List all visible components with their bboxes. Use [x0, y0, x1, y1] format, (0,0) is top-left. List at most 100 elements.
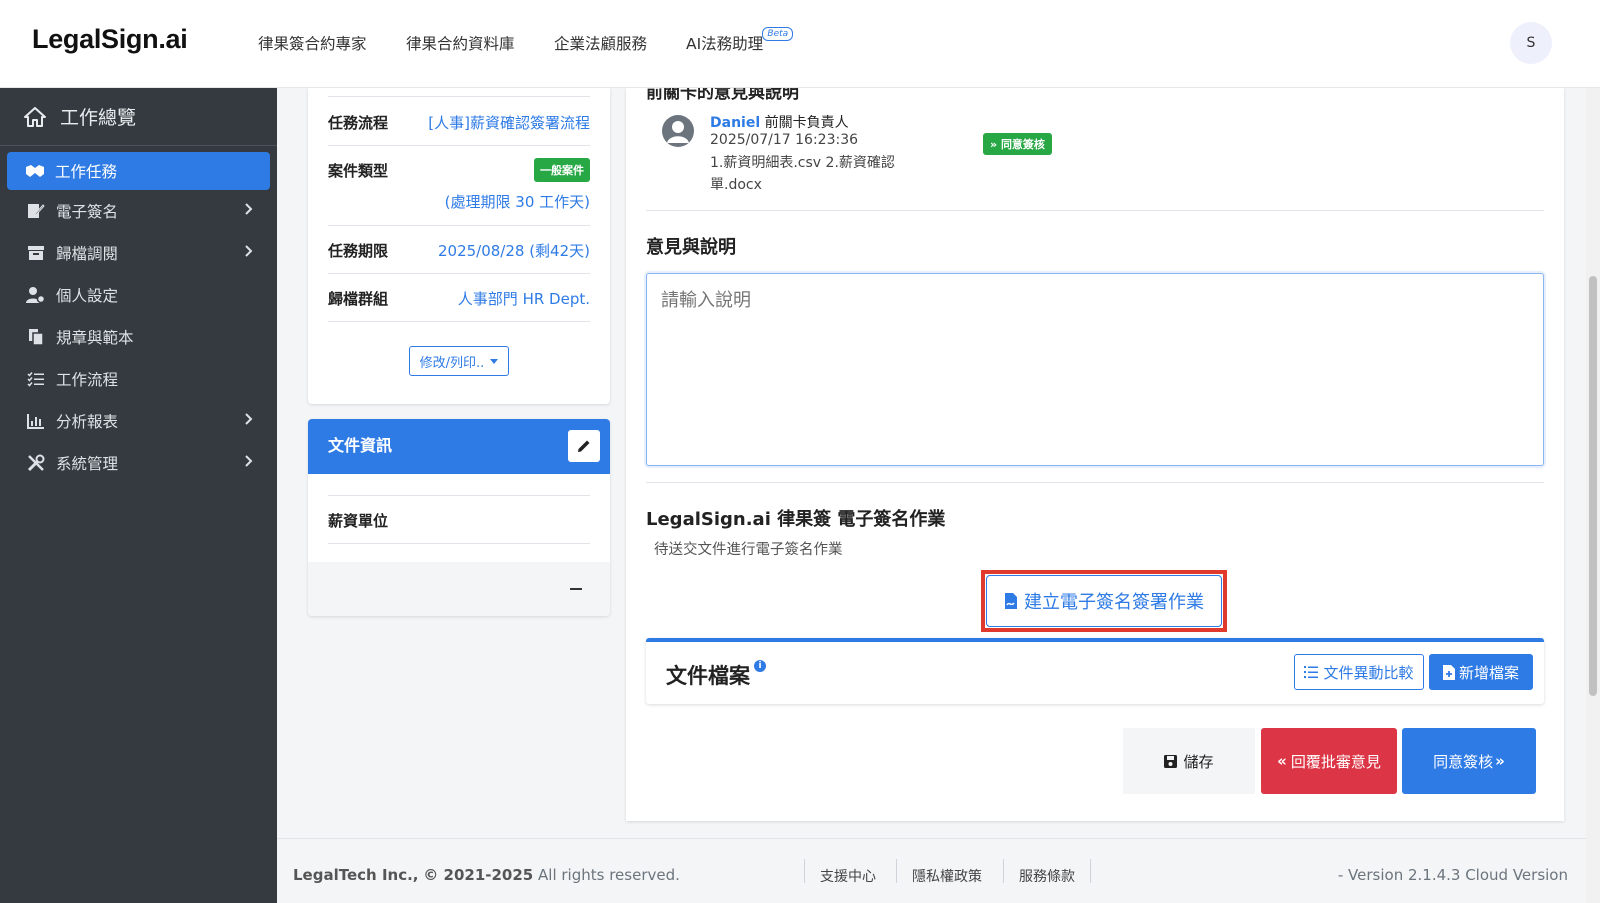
add-file-button[interactable]: 新增檔案	[1429, 654, 1533, 690]
compare-label: 文件異動比較	[1323, 663, 1414, 682]
chevron-right-icon	[245, 245, 253, 257]
user-circle-icon	[662, 115, 694, 147]
sidebar-item-personal-settings[interactable]: 個人設定	[0, 274, 277, 316]
signature-icon	[26, 201, 46, 221]
opinion-textarea[interactable]	[646, 273, 1544, 466]
task-info-card: 任務流程 [人事]薪資確認簽署流程 案件類型 一般案件 (處理期限 30 工作天…	[308, 88, 610, 404]
sidebar-item-workflow[interactable]: 工作流程	[0, 358, 277, 400]
sidebar-item-label: 個人設定	[56, 287, 119, 305]
sidebar-item-label: 分析報表	[56, 413, 119, 431]
caret-down-icon	[490, 358, 499, 364]
sidebar-item-label: 規章與範本	[56, 329, 134, 347]
salary-unit-label: 薪資單位	[328, 512, 389, 530]
company-name: LegalTech Inc.,	[293, 866, 419, 884]
chevron-right-icon	[245, 455, 253, 467]
divider	[646, 210, 1544, 211]
opinion-title: 意見與說明	[646, 237, 736, 258]
sidebar-item-label: 歸檔調閱	[56, 245, 119, 263]
archive-icon	[26, 243, 46, 263]
save-icon	[1164, 754, 1178, 768]
user-gear-icon	[26, 285, 46, 305]
approve-button[interactable]: 同意簽核 »	[1402, 728, 1536, 794]
case-type-badge: 一般案件	[534, 158, 590, 182]
doc-info-footer	[308, 562, 610, 616]
chevron-right-icon	[245, 203, 253, 215]
sidebar-item-tasks[interactable]: 工作任務	[7, 152, 270, 190]
main-card: 前關卡的意見與說明 Daniel 前關卡負責人 2025/07/17 16:23…	[626, 88, 1564, 821]
version-text: - Version 2.1.4.3 Cloud Version	[1337, 866, 1568, 884]
files-card: 文件檔案 i 文件異動比較 新增檔案	[646, 638, 1544, 704]
sidebar: 工作總覽 工作任務 電子簽名 歸檔調閱 個人設定 規章與範本 工作流程 分析報表…	[0, 88, 277, 903]
sidebar-home[interactable]: 工作總覽	[0, 88, 277, 146]
files-title-label: 文件檔案	[666, 664, 750, 688]
archive-group-value: 人事部門 HR Dept.	[457, 290, 590, 308]
create-esign-label: 建立電子簽名簽署作業	[1024, 592, 1204, 613]
top-navbar: LegalSign.ai 律果簽合約專家 律果合約資料庫 企業法顧服務 AI法務…	[0, 0, 1600, 88]
esign-title: LegalSign.ai 律果簽 電子簽名作業	[646, 509, 946, 530]
collapse-icon[interactable]	[570, 588, 582, 590]
prev-section-title: 前關卡的意見與說明	[646, 88, 799, 102]
archive-group-row: 歸檔群組 人事部門 HR Dept.	[328, 274, 590, 322]
divider	[646, 482, 1544, 483]
reply-review-button[interactable]: « 回覆批審意見	[1261, 728, 1397, 794]
sidebar-item-archive[interactable]: 歸檔調閱	[0, 232, 277, 274]
footer-link-privacy[interactable]: 隱私權政策	[912, 866, 982, 886]
nav-contract-expert[interactable]: 律果簽合約專家	[258, 32, 367, 54]
chart-icon	[26, 411, 46, 431]
add-file-label: 新增檔案	[1458, 663, 1519, 682]
app-logo[interactable]: LegalSign.ai	[32, 24, 188, 55]
case-type-label: 案件類型	[328, 162, 389, 180]
copy-icon	[26, 327, 46, 347]
save-label: 儲存	[1183, 752, 1214, 771]
row-divider	[328, 96, 590, 97]
prev-files: 1.薪資明細表.csv 2.薪資確認單.docx	[710, 155, 895, 193]
copyright-years: © 2021-2025	[423, 866, 534, 884]
edit-button[interactable]	[568, 430, 600, 462]
compare-button[interactable]: 文件異動比較	[1294, 654, 1424, 690]
user-avatar[interactable]: S	[1510, 22, 1552, 64]
case-type-row: 案件類型 一般案件 (處理期限 30 工作天)	[328, 146, 590, 226]
task-due-value: 2025/08/28 (剩42天)	[437, 242, 590, 260]
files-title: 文件檔案 i	[666, 660, 766, 690]
info-icon[interactable]: i	[754, 660, 766, 672]
nav-ai-assistant[interactable]: AI法務助理 Beta	[686, 27, 794, 54]
sidebar-item-templates[interactable]: 規章與範本	[0, 316, 277, 358]
footer-separator	[804, 859, 805, 883]
footer-link-support[interactable]: 支援中心	[820, 866, 876, 886]
task-due-row: 任務期限 2025/08/28 (剩42天)	[328, 226, 590, 274]
prev-approver-name: Daniel	[710, 115, 761, 131]
footer-separator	[1003, 859, 1004, 883]
sidebar-item-label: 工作流程	[56, 371, 119, 389]
nav-legal-service[interactable]: 企業法顧服務	[554, 32, 647, 54]
prev-section-title-clip: 前關卡的意見與說明	[626, 88, 1564, 102]
task-flow-link[interactable]: [人事]薪資確認簽署流程	[428, 112, 590, 133]
list-check-icon	[26, 369, 46, 389]
prev-time: 2025/07/17 16:23:36	[710, 132, 859, 148]
approve-label: 同意簽核	[1433, 752, 1494, 771]
sidebar-item-esign[interactable]: 電子簽名	[0, 190, 277, 232]
angles-right-icon: »	[1495, 752, 1505, 770]
handshake-icon	[25, 161, 45, 181]
sidebar-item-system[interactable]: 系統管理	[0, 442, 277, 484]
sidebar-item-label: 工作任務	[55, 163, 118, 181]
copyright: LegalTech Inc., © 2021-2025 All rights r…	[293, 866, 680, 884]
modify-print-dropdown[interactable]: 修改/列印..	[409, 346, 509, 376]
footer-link-terms[interactable]: 服務條款	[1019, 866, 1075, 886]
agree-status-badge-label: 同意簽核	[1000, 138, 1045, 151]
case-deadline: (處理期限 30 工作天)	[444, 193, 590, 211]
list-ol-icon	[1304, 666, 1319, 678]
page-scrollbar[interactable]	[1586, 88, 1600, 903]
sidebar-item-reports[interactable]: 分析報表	[0, 400, 277, 442]
tools-icon	[26, 453, 46, 473]
doc-info-title: 文件資訊	[328, 436, 393, 455]
prev-approver-role: 前關卡負責人	[764, 115, 849, 131]
nav-contract-database[interactable]: 律果合約資料庫	[406, 32, 515, 54]
create-esign-button[interactable]: 建立電子簽名簽署作業	[986, 575, 1222, 627]
sidebar-home-label: 工作總覽	[60, 107, 137, 129]
rights-text: All rights reserved.	[538, 866, 680, 884]
scrollbar-thumb[interactable]	[1589, 276, 1597, 696]
dropdown-label: 修改/列印..	[419, 355, 485, 371]
reply-review-label: 回覆批審意見	[1290, 752, 1381, 771]
save-button[interactable]: 儲存	[1123, 728, 1255, 794]
file-plus-icon	[1442, 664, 1455, 680]
